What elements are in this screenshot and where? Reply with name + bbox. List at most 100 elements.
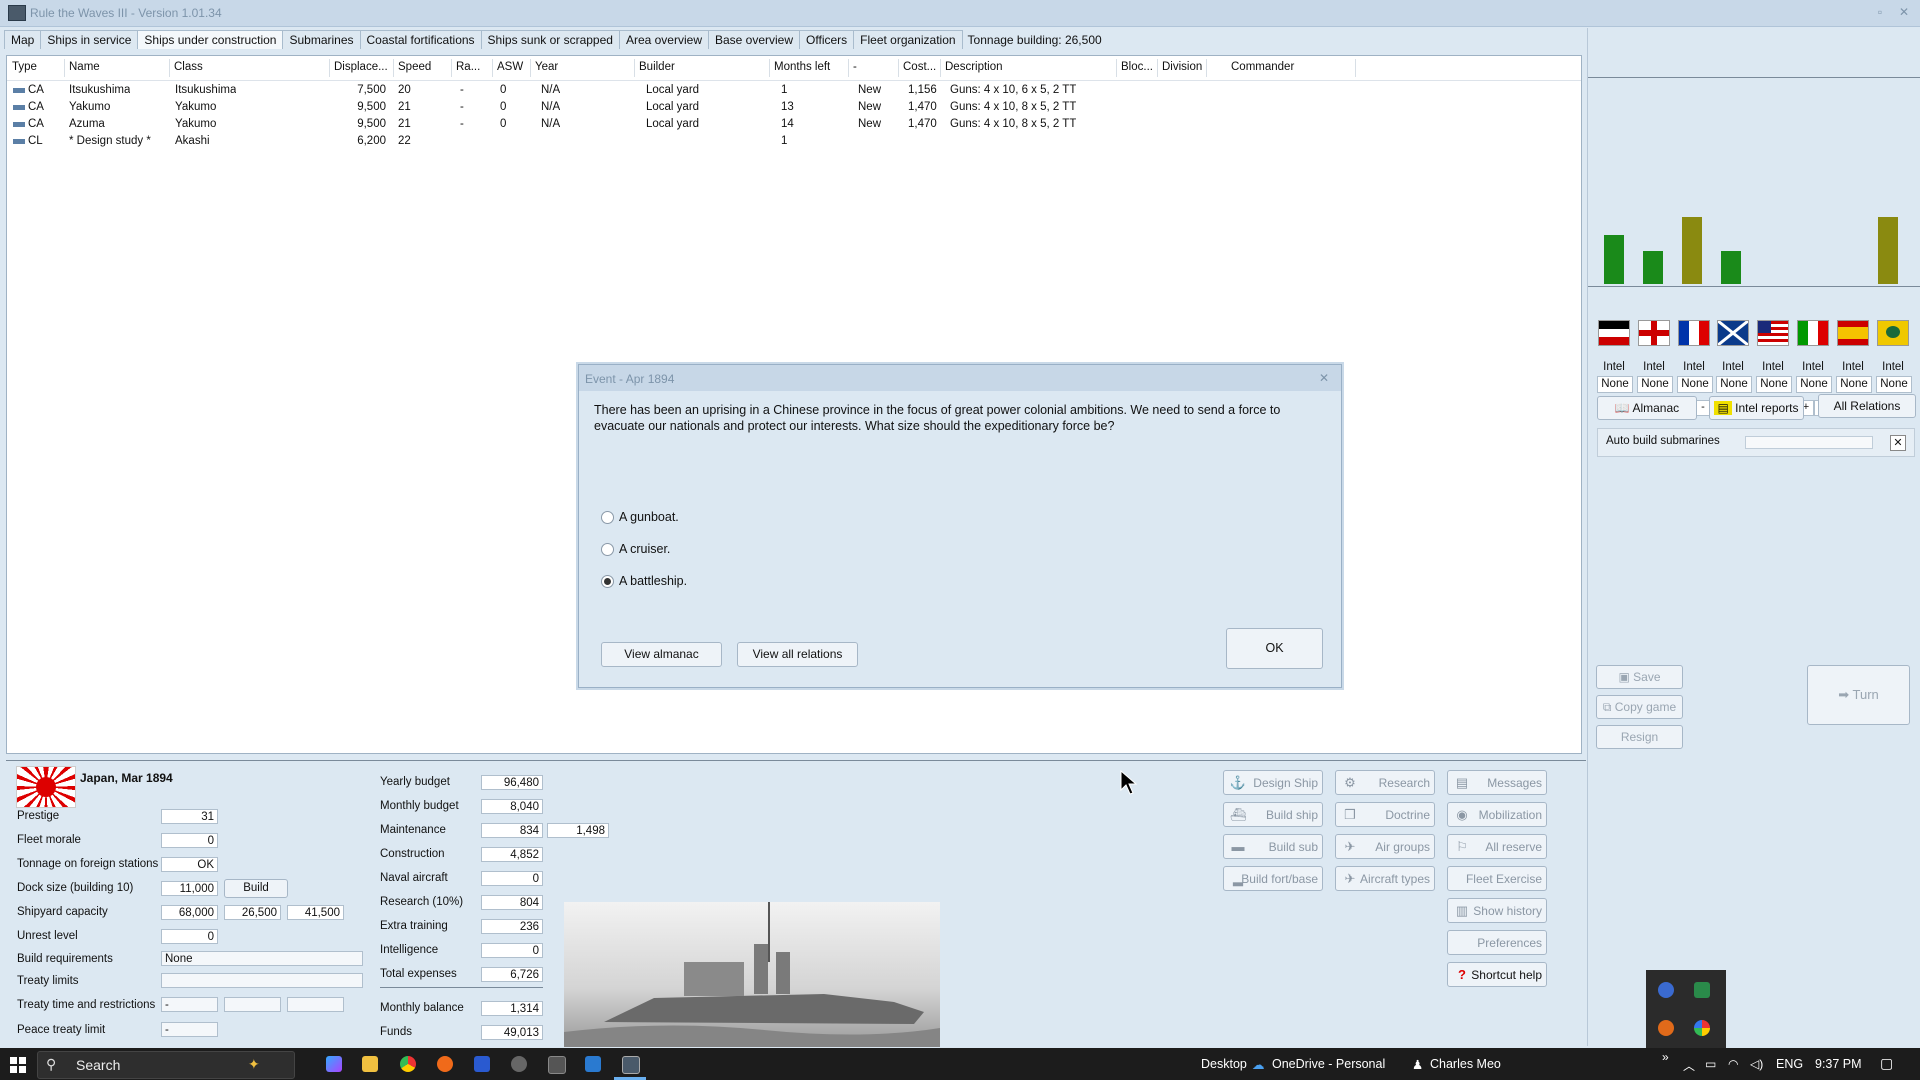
tab-ships-under-construction[interactable]: Ships under construction bbox=[137, 30, 284, 49]
air-groups-button[interactable]: ✈ Air groups bbox=[1335, 834, 1435, 859]
view-all-relations-button[interactable]: View all relations bbox=[737, 642, 858, 667]
chevron-up-icon[interactable]: ︿ bbox=[1683, 1057, 1695, 1074]
shield-icon[interactable] bbox=[1694, 982, 1710, 998]
file-explorer-icon[interactable] bbox=[362, 1056, 378, 1072]
name-cell: Yakumo bbox=[69, 101, 111, 113]
build-dock-button[interactable]: Build bbox=[224, 879, 288, 898]
almanac-button[interactable]: 📖 Almanac bbox=[1597, 396, 1697, 420]
onedrive-label[interactable]: OneDrive - Personal bbox=[1272, 1057, 1385, 1071]
dock-size-value: 11,000 bbox=[161, 881, 218, 896]
volume-icon[interactable]: ◁) bbox=[1750, 1057, 1763, 1071]
fleet-exercise-button[interactable]: Fleet Exercise bbox=[1447, 866, 1547, 891]
copy-game-button[interactable]: ⧉ Copy game bbox=[1596, 695, 1683, 719]
col-type[interactable]: Type bbox=[7, 59, 65, 77]
col-speed[interactable]: Speed bbox=[393, 59, 452, 77]
windows-start-icon[interactable] bbox=[10, 1057, 26, 1073]
firefox-icon[interactable] bbox=[437, 1056, 453, 1072]
ok-button[interactable]: OK bbox=[1226, 628, 1323, 669]
tray-app-icon[interactable] bbox=[1694, 1020, 1710, 1036]
tab-submarines[interactable]: Submarines bbox=[282, 30, 361, 49]
col-bloc[interactable]: Bloc... bbox=[1116, 59, 1158, 77]
col-name[interactable]: Name bbox=[64, 59, 170, 77]
app-icon[interactable] bbox=[511, 1056, 527, 1072]
close-icon[interactable]: ✕ bbox=[1319, 371, 1329, 385]
col-range[interactable]: Ra... bbox=[451, 59, 493, 77]
desktop-label[interactable]: Desktop bbox=[1201, 1057, 1247, 1071]
col-cost[interactable]: Cost... bbox=[898, 59, 941, 77]
treaty-time-value: - bbox=[161, 997, 218, 1012]
chrome-icon[interactable] bbox=[400, 1056, 416, 1072]
tab-map[interactable]: Map bbox=[4, 30, 42, 49]
app-icon[interactable] bbox=[474, 1056, 490, 1072]
country-title: Japan, Mar 1894 bbox=[80, 771, 173, 785]
table-row[interactable]: CA Itsukushima Itsukushima 7,500 20 - 0 … bbox=[7, 82, 1581, 99]
close-icon[interactable]: ✕ bbox=[1896, 4, 1912, 20]
build-ship-button[interactable]: ⛴ Build ship bbox=[1223, 802, 1323, 827]
col-year[interactable]: Year bbox=[530, 59, 635, 77]
resign-button[interactable]: Resign bbox=[1596, 725, 1683, 749]
intel-reports-button[interactable]: ▤ Intel reports bbox=[1709, 396, 1804, 420]
restore-icon[interactable]: ▫ bbox=[1872, 4, 1888, 20]
turn-button[interactable]: ➡ Turn bbox=[1807, 665, 1910, 725]
aircraft-types-button[interactable]: ✈ Aircraft types bbox=[1335, 866, 1435, 891]
tab-coastal-fortifications[interactable]: Coastal fortifications bbox=[359, 30, 482, 49]
view-almanac-button[interactable]: View almanac bbox=[601, 642, 722, 667]
wifi-icon[interactable]: ◠ bbox=[1728, 1057, 1738, 1071]
copilot-icon[interactable] bbox=[326, 1056, 342, 1072]
treaty-time-field-3 bbox=[287, 997, 344, 1012]
tab-officers[interactable]: Officers bbox=[799, 30, 855, 49]
tab-ships-in-service[interactable]: Ships in service bbox=[40, 30, 139, 49]
table-row[interactable]: CA Azuma Yakumo 9,500 21 - 0 N/A Local y… bbox=[7, 116, 1581, 133]
tab-fleet-organization[interactable]: Fleet organization bbox=[853, 30, 963, 49]
rule-the-waves-taskbar-icon[interactable] bbox=[622, 1056, 640, 1074]
shortcut-help-button[interactable]: ? Shortcut help bbox=[1447, 962, 1547, 987]
dock-size-label: Dock size (building 10) bbox=[17, 882, 134, 894]
col-class[interactable]: Class bbox=[169, 59, 330, 77]
radio-button-selected[interactable] bbox=[601, 575, 614, 588]
radio-button[interactable] bbox=[601, 543, 614, 556]
design-ship-button[interactable]: ⚓ Design Ship bbox=[1223, 770, 1323, 795]
build-sub-button[interactable]: ▬ Build sub bbox=[1223, 834, 1323, 859]
research-button[interactable]: ⚙ Research bbox=[1335, 770, 1435, 795]
speed-cell: 22 bbox=[398, 135, 411, 147]
doctrine-button[interactable]: ❒ Doctrine bbox=[1335, 802, 1435, 827]
save-icon: ▣ bbox=[1618, 670, 1634, 684]
table-row[interactable]: CL * Design study * Akashi 6,200 22 1 bbox=[7, 133, 1581, 150]
radio-button[interactable] bbox=[601, 511, 614, 524]
messages-button[interactable]: ▤ Messages bbox=[1447, 770, 1547, 795]
col-asw[interactable]: ASW bbox=[492, 59, 531, 77]
terminal-icon[interactable] bbox=[548, 1056, 566, 1074]
tray-app-icon[interactable] bbox=[1658, 982, 1674, 998]
build-fort-button[interactable]: ▂ Build fort/base bbox=[1223, 866, 1323, 891]
notification-icon[interactable]: ▢ bbox=[1880, 1055, 1893, 1072]
close-icon[interactable]: ✕ bbox=[1890, 435, 1906, 451]
user-label[interactable]: Charles Meo bbox=[1430, 1057, 1501, 1071]
app-icon[interactable] bbox=[585, 1056, 601, 1072]
show-history-button[interactable]: ▥ Show history bbox=[1447, 898, 1547, 923]
tab-base-overview[interactable]: Base overview bbox=[707, 30, 801, 49]
preferences-button[interactable]: Preferences bbox=[1447, 930, 1547, 955]
col-months-left[interactable]: Months left bbox=[769, 59, 849, 77]
tab-area-overview[interactable]: Area overview bbox=[618, 30, 709, 49]
battery-icon[interactable]: ▭ bbox=[1705, 1057, 1716, 1071]
mobilization-button[interactable]: ◉ Mobilization bbox=[1447, 802, 1547, 827]
fleet-morale-value: 0 bbox=[161, 833, 218, 848]
col-commander[interactable]: Commander bbox=[1226, 59, 1356, 77]
col-displacement[interactable]: Displace... bbox=[329, 59, 394, 77]
col-status[interactable]: - bbox=[848, 59, 899, 77]
chevron-right-icon[interactable]: » bbox=[1662, 1050, 1669, 1064]
col-builder[interactable]: Builder bbox=[634, 59, 770, 77]
tray-app-icon[interactable] bbox=[1658, 1020, 1674, 1036]
save-button[interactable]: ▣ Save bbox=[1596, 665, 1683, 689]
tab-ships-sunk[interactable]: Ships sunk or scrapped bbox=[480, 30, 620, 49]
language-indicator[interactable]: ENG bbox=[1776, 1057, 1803, 1071]
range-cell: - bbox=[460, 84, 464, 96]
col-description[interactable]: Description bbox=[940, 59, 1117, 77]
clock[interactable]: 9:37 PM bbox=[1815, 1057, 1862, 1071]
table-row[interactable]: CA Yakumo Yakumo 9,500 21 - 0 N/A Local … bbox=[7, 99, 1581, 116]
search-box[interactable]: ⚲ Search ✦ bbox=[37, 1051, 295, 1079]
all-relations-button[interactable]: All Relations bbox=[1818, 394, 1916, 418]
col-division[interactable]: Division bbox=[1157, 59, 1207, 77]
name-cell: Itsukushima bbox=[69, 84, 131, 96]
all-reserve-button[interactable]: ⚐ All reserve bbox=[1447, 834, 1547, 859]
